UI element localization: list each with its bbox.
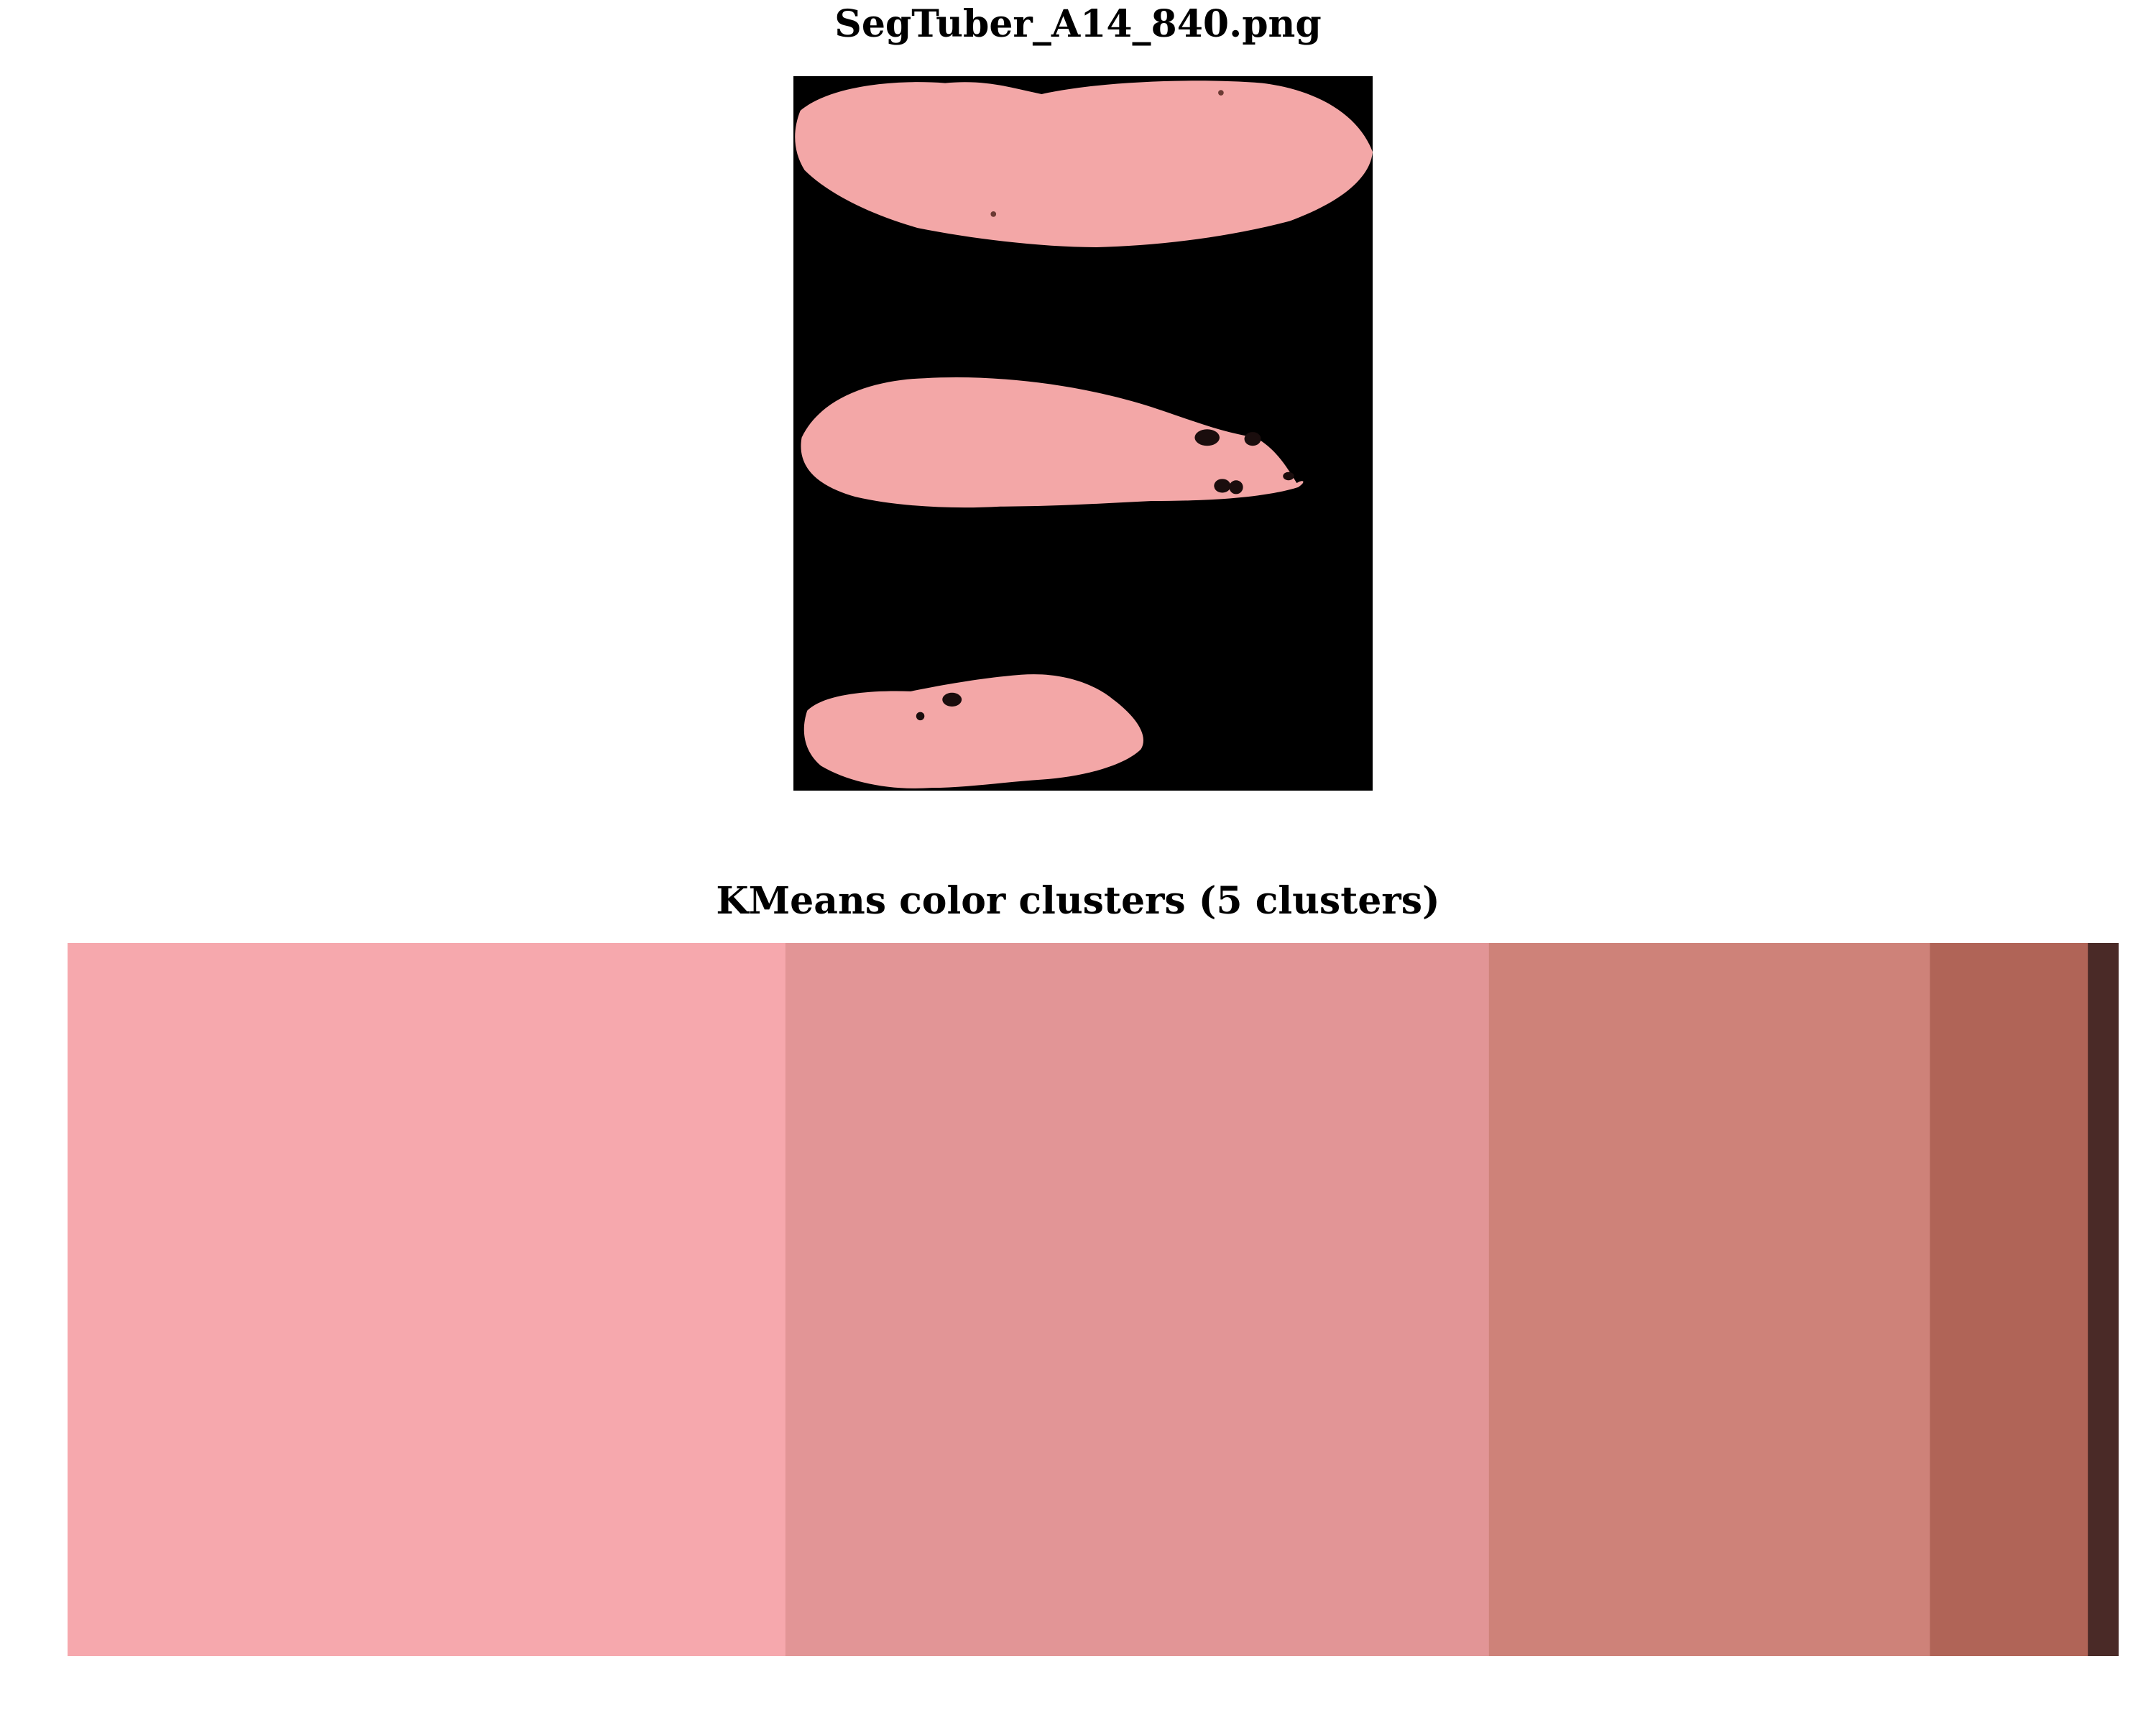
cluster-segment-2	[785, 943, 1490, 1656]
tuber-spot	[990, 211, 997, 217]
tuber-spot	[1229, 480, 1243, 494]
cluster-segment-1	[68, 943, 786, 1656]
image-title: SegTuber_A14_840.png	[834, 2, 1322, 46]
tuber-spot	[1218, 90, 1224, 96]
tuber-spot	[942, 692, 962, 707]
tuber-spot	[1214, 479, 1231, 493]
cluster-color-bar	[68, 943, 2119, 1656]
tuber-spot	[1194, 429, 1220, 446]
tuber-spot	[1244, 432, 1261, 446]
segmented-tuber-image	[793, 76, 1373, 791]
tuber-spot	[916, 712, 925, 721]
cluster-segment-5	[2088, 943, 2119, 1656]
chart-title: KMeans color clusters (5 clusters)	[716, 879, 1440, 923]
tuber-spot	[1283, 472, 1294, 481]
cluster-segment-3	[1488, 943, 1930, 1656]
cluster-segment-4	[1930, 943, 2088, 1656]
